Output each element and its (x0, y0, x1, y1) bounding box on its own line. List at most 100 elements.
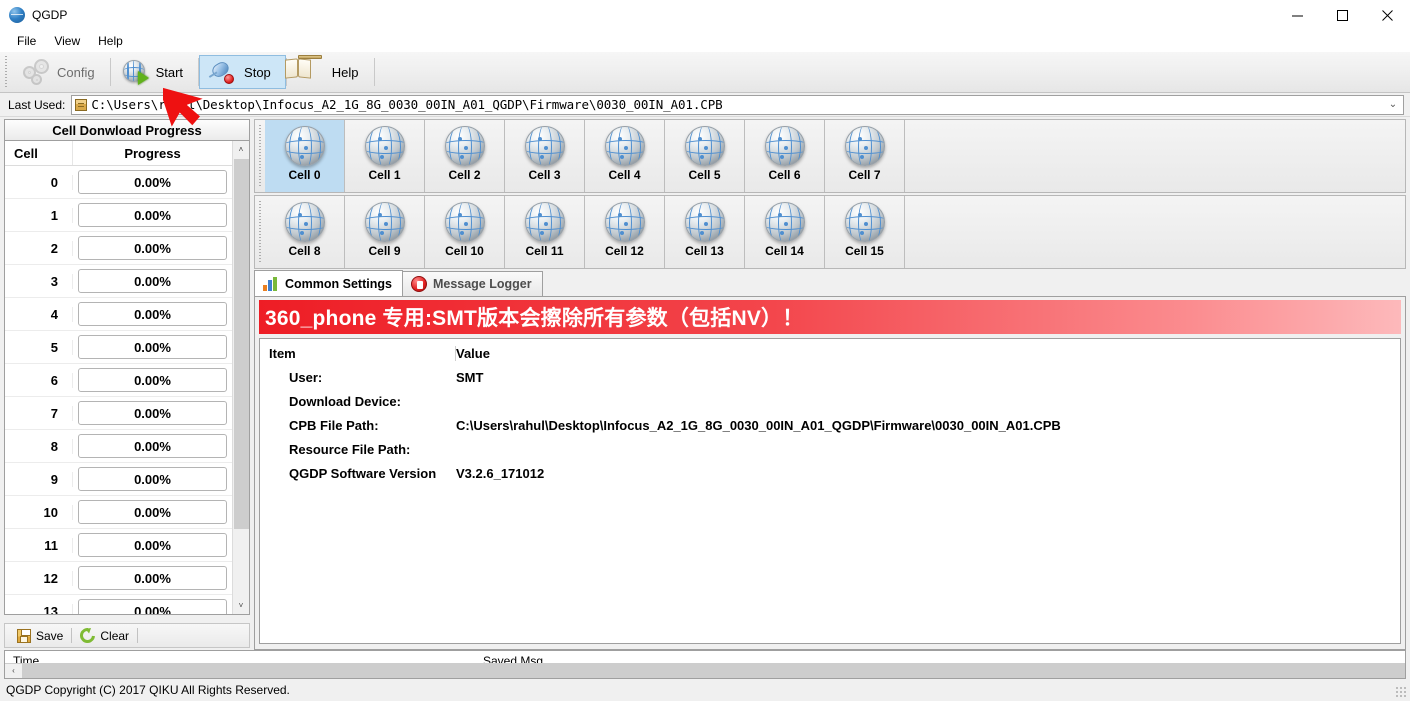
cell-item-cell-15[interactable]: Cell 15 (825, 196, 905, 268)
toolbar-separator (373, 58, 375, 86)
file-icon (75, 98, 88, 111)
cell-item-cell-1[interactable]: Cell 1 (345, 120, 425, 192)
cell-item-cell-13[interactable]: Cell 13 (665, 196, 745, 268)
status-bar: QGDP Copyright (C) 2017 QIKU All Rights … (0, 679, 1410, 701)
cell-item-cell-11[interactable]: Cell 11 (505, 196, 585, 268)
table-row[interactable]: 2 0.00% (5, 232, 232, 266)
minimize-button[interactable] (1275, 0, 1320, 31)
start-button[interactable]: Start (111, 55, 198, 89)
last-used-bar: Last Used: C:\Users\rahul\Desktop\Infocu… (0, 93, 1410, 117)
main-body: Cell Donwload Progress Cell Progress 0 0.… (0, 117, 1410, 650)
settings-row: Resource File Path: (260, 437, 1400, 461)
cell-row-grip[interactable] (257, 125, 264, 187)
scroll-left-button[interactable]: ‹ (5, 663, 22, 678)
table-row[interactable]: 0 0.00% (5, 166, 232, 200)
cell-item-cell-6[interactable]: Cell 6 (745, 120, 825, 192)
menu-item-view[interactable]: View (45, 32, 89, 51)
tab-common-settings[interactable]: Common Settings (254, 270, 403, 296)
table-row[interactable]: 10 0.00% (5, 496, 232, 530)
cell-progress-rows: 0 0.00% 1 0.00% 2 0.00% 3 0.00% 4 0.00% 5 0.00% 6 0.0… (5, 166, 232, 614)
qgdp-window: QGDP File View Help Config Start Stop He… (0, 0, 1410, 701)
globe-icon (764, 126, 805, 166)
common-settings-panel: 360_phone 专用:SMT版本会擦除所有参数（包括NV）！ Item Va… (254, 297, 1406, 650)
table-row[interactable]: 3 0.00% (5, 265, 232, 299)
progress-cell: 0.00% (73, 401, 232, 426)
progress-bar: 0.00% (78, 500, 227, 525)
cell-item-cell-12[interactable]: Cell 12 (585, 196, 665, 268)
save-button[interactable]: Save (9, 625, 71, 646)
cell-item-cell-14[interactable]: Cell 14 (745, 196, 825, 268)
resize-grip[interactable] (1395, 686, 1407, 698)
table-row[interactable]: 13 0.00% (5, 595, 232, 614)
table-row[interactable]: 4 0.00% (5, 298, 232, 332)
start-globe-play-icon (122, 59, 149, 85)
clear-button[interactable]: Clear (72, 624, 137, 647)
help-button[interactable]: Help (287, 55, 374, 89)
cell-index: 2 (5, 240, 73, 256)
table-row[interactable]: 9 0.00% (5, 463, 232, 497)
tab-message-logger[interactable]: Message Logger (401, 271, 543, 296)
close-button[interactable] (1365, 0, 1410, 31)
settings-item-value: C:\Users\rahul\Desktop\Infocus_A2_1G_8G_… (456, 417, 1061, 433)
table-row[interactable]: 12 0.00% (5, 562, 232, 596)
progress-vertical-scrollbar[interactable]: ˄ ˅ (232, 141, 249, 614)
cell-item-cell-0[interactable]: Cell 0 (265, 120, 345, 192)
globe-icon (524, 202, 565, 242)
cell-item-label: Cell 5 (688, 168, 721, 182)
globe-icon (364, 202, 405, 242)
settings-column-item: Item (260, 345, 456, 361)
progress-bar: 0.00% (78, 434, 227, 459)
cell-index: 6 (5, 372, 73, 388)
cell-progress-panel: Cell Donwload Progress Cell Progress 0 0.… (0, 117, 252, 650)
maximize-button[interactable] (1320, 0, 1365, 31)
scroll-up-button[interactable]: ˄ (232, 141, 249, 159)
cell-item-cell-9[interactable]: Cell 9 (345, 196, 425, 268)
toolbar-grip[interactable] (3, 56, 10, 88)
cell-row-grip[interactable] (257, 201, 264, 263)
last-used-combo[interactable]: C:\Users\rahul\Desktop\Infocus_A2_1G_8G_… (71, 94, 1404, 115)
table-row[interactable]: 6 0.00% (5, 364, 232, 398)
log-toolbar: Save Clear (4, 623, 250, 648)
scroll-track[interactable] (22, 663, 1405, 678)
cell-index: 10 (5, 504, 73, 520)
cell-index: 12 (5, 570, 73, 586)
cell-item-cell-10[interactable]: Cell 10 (425, 196, 505, 268)
menu-item-file[interactable]: File (8, 32, 45, 51)
cell-row-empty-space (905, 120, 1405, 192)
progress-cell: 0.00% (73, 335, 232, 360)
globe-icon (524, 126, 565, 166)
gears-icon (23, 59, 49, 85)
cell-item-cell-2[interactable]: Cell 2 (425, 120, 505, 192)
table-row[interactable]: 5 0.00% (5, 331, 232, 365)
menu-item-help[interactable]: Help (89, 32, 132, 51)
table-row[interactable]: 11 0.00% (5, 529, 232, 563)
cell-item-label: Cell 10 (445, 244, 484, 258)
cell-item-cell-8[interactable]: Cell 8 (265, 196, 345, 268)
cell-item-cell-4[interactable]: Cell 4 (585, 120, 665, 192)
stop-button-label: Stop (244, 64, 271, 80)
smt-warning-banner: 360_phone 专用:SMT版本会擦除所有参数（包括NV）！ (259, 300, 1401, 334)
cell-item-cell-5[interactable]: Cell 5 (665, 120, 745, 192)
globe-icon (764, 202, 805, 242)
settings-item-label: CPB File Path: (289, 417, 379, 433)
scroll-down-button[interactable]: ˅ (232, 597, 249, 614)
cell-item-label: Cell 4 (608, 168, 641, 182)
globe-icon (684, 202, 725, 242)
settings-row: CPB File Path: C:\Users\rahul\Desktop\Inf… (260, 413, 1400, 437)
progress-bar: 0.00% (78, 170, 227, 195)
stop-button[interactable]: Stop (199, 55, 286, 89)
config-button[interactable]: Config (12, 55, 110, 89)
scroll-thumb[interactable] (234, 159, 249, 530)
table-row[interactable]: 7 0.00% (5, 397, 232, 431)
cell-item-cell-7[interactable]: Cell 7 (825, 120, 905, 192)
chevron-down-icon[interactable]: ⌄ (1385, 99, 1401, 110)
table-row[interactable]: 8 0.00% (5, 430, 232, 464)
progress-cell: 0.00% (73, 170, 232, 195)
progress-cell: 0.00% (73, 599, 232, 614)
book-icon (297, 55, 324, 85)
refresh-icon (77, 624, 99, 647)
table-row[interactable]: 1 0.00% (5, 199, 232, 233)
settings-item-value: SMT (456, 369, 484, 385)
cell-item-cell-3[interactable]: Cell 3 (505, 120, 585, 192)
log-horizontal-scrollbar[interactable]: ‹ (4, 663, 1406, 679)
